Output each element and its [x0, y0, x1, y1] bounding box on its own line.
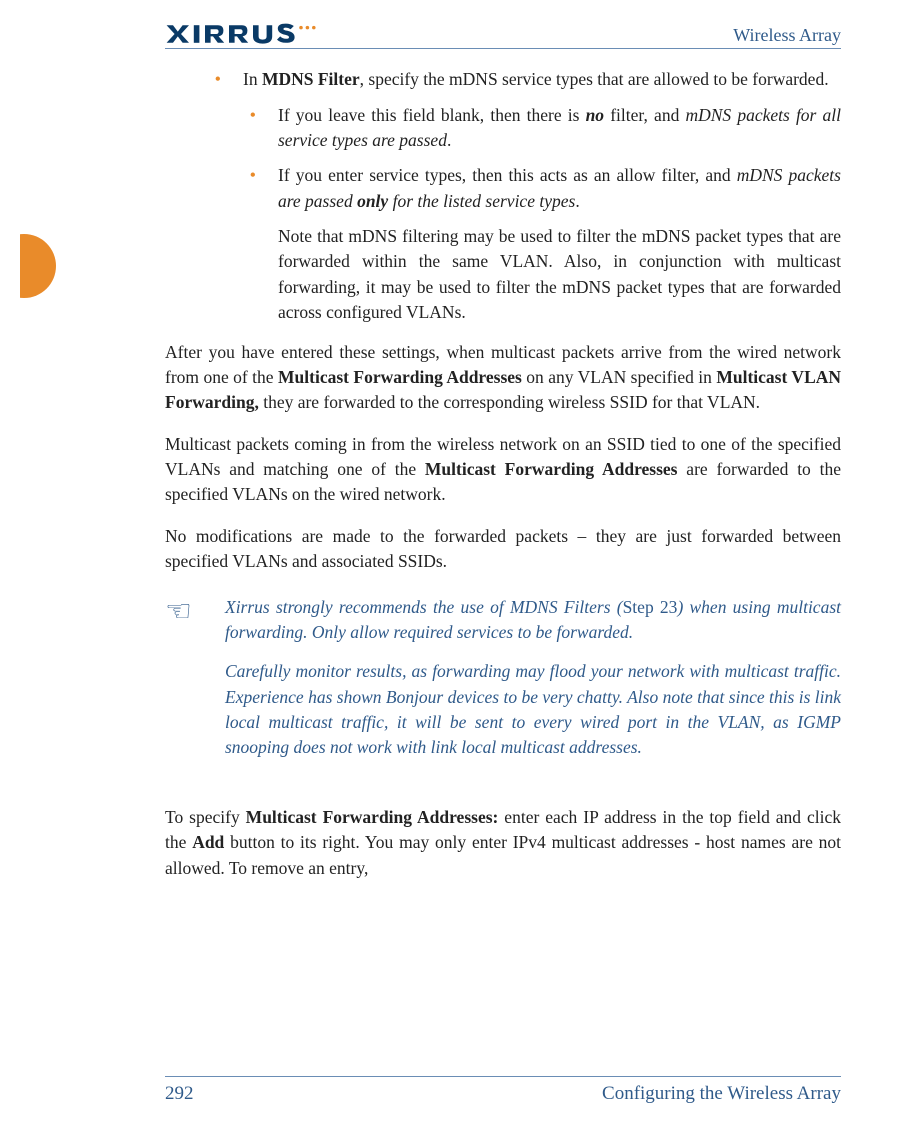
hand-note-icon: ☜	[165, 595, 225, 775]
callout-para-2: Carefully monitor results, as forwarding…	[225, 659, 841, 761]
body-text: • In MDNS Filter, specify the mDNS servi…	[165, 67, 841, 881]
bullet-icon: •	[215, 67, 243, 93]
step-23-link[interactable]: Step 23	[623, 597, 678, 617]
mdns-sub1: If you leave this field blank, then ther…	[278, 103, 841, 154]
mdns-note: Note that mDNS filtering may be used to …	[278, 224, 841, 326]
header-product-name: Wireless Array	[733, 25, 841, 46]
side-tab-marker-icon	[0, 230, 72, 302]
callout-para-1: Xirrus strongly recommends the use of MD…	[225, 595, 841, 646]
after-para-3: No modifications are made to the forward…	[165, 524, 841, 575]
mdns-filter-intro: In MDNS Filter, specify the mDNS service…	[243, 67, 841, 93]
bullet-icon: •	[250, 103, 278, 154]
mdns-sub2: If you enter service types, then this ac…	[278, 163, 841, 214]
footer-section-title: Configuring the Wireless Array	[602, 1083, 841, 1105]
page-number: 292	[165, 1083, 194, 1105]
after-para-2: Multicast packets coming in from the wir…	[165, 432, 841, 508]
xirrus-logo-icon	[165, 22, 325, 46]
specify-para: To specify Multicast Forwarding Addresse…	[165, 805, 841, 881]
brand-logo	[165, 22, 325, 46]
after-para-1: After you have entered these settings, w…	[165, 340, 841, 416]
bullet-icon: •	[250, 163, 278, 214]
recommendation-callout: ☜ Xirrus strongly recommends the use of …	[165, 595, 841, 775]
